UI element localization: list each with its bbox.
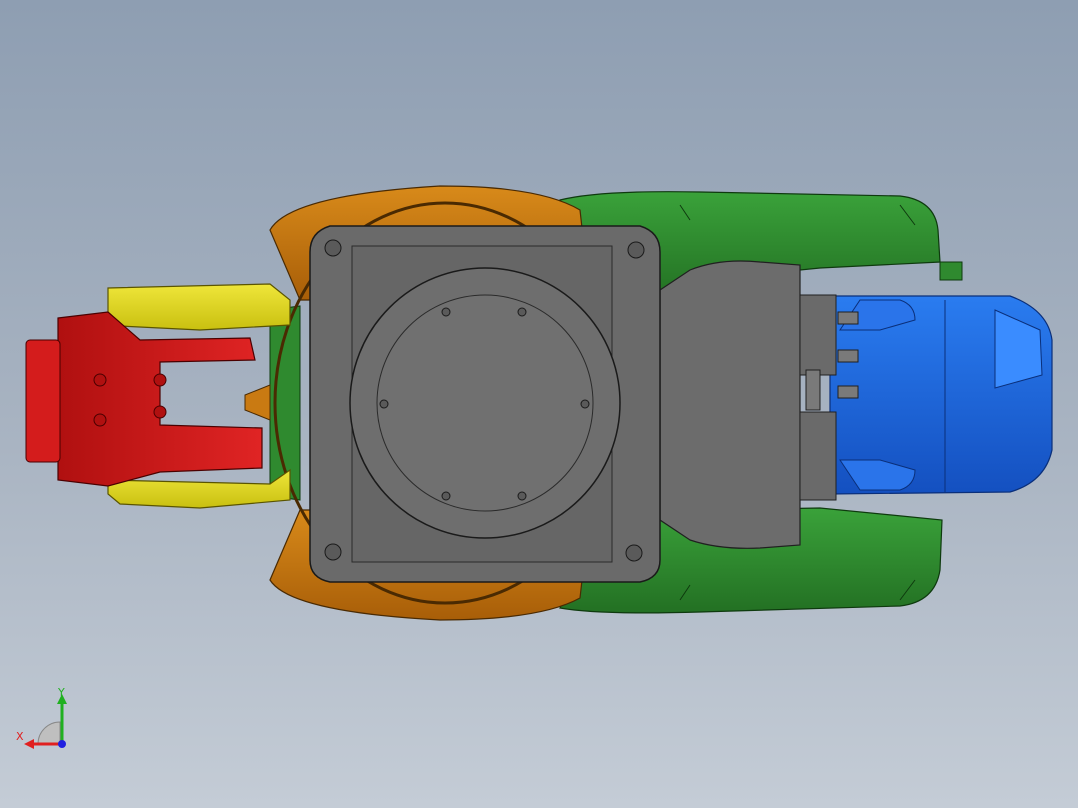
cad-viewport[interactable]: X Y bbox=[0, 0, 1078, 808]
red-wrist-flange[interactable] bbox=[25, 311, 263, 487]
robot-assembly-model[interactable] bbox=[0, 0, 1078, 808]
coordinate-triad: X Y bbox=[10, 686, 80, 756]
blue-motor-cover[interactable] bbox=[829, 295, 1053, 495]
y-axis-label: Y bbox=[58, 686, 65, 699]
x-axis-label: X bbox=[16, 730, 24, 743]
gray-base-plate[interactable] bbox=[309, 225, 661, 583]
triad-axes-icon bbox=[24, 694, 67, 749]
gray-motor-block[interactable] bbox=[659, 260, 859, 549]
